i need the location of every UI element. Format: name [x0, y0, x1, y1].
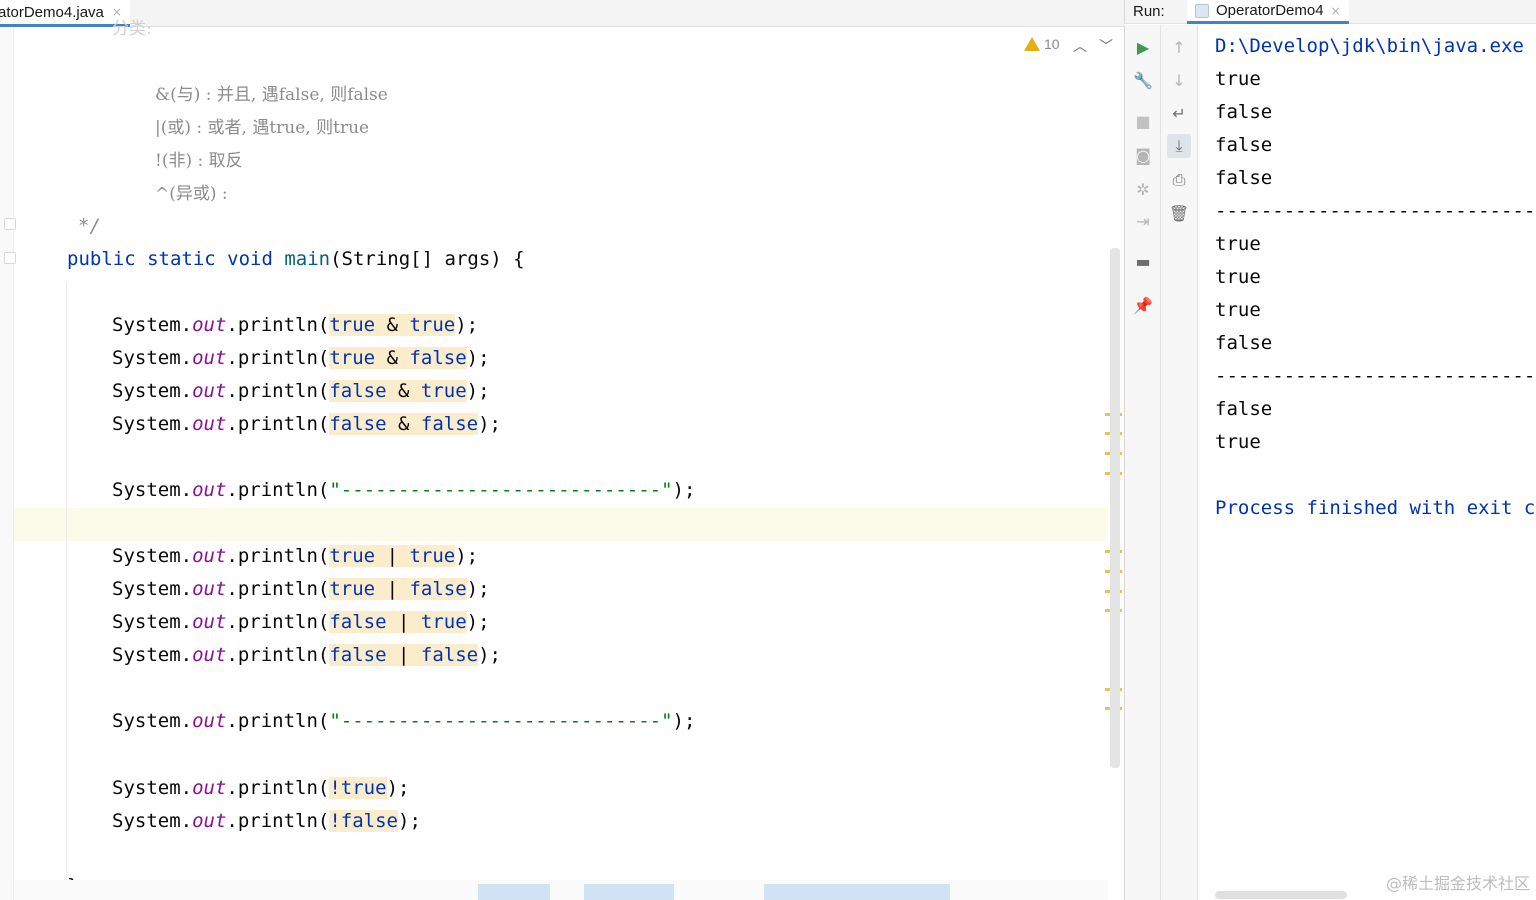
console-line: false	[1215, 101, 1273, 123]
console-horizontal-scrollbar[interactable]	[1215, 891, 1347, 899]
console-output[interactable]: D:\Develop\jdk\bin\java.exe " true false…	[1198, 25, 1536, 900]
console-icon	[1195, 3, 1209, 18]
comment-close: */	[78, 215, 101, 237]
run-title: Run:	[1133, 3, 1165, 20]
chevron-down-icon[interactable]: ﹀	[1099, 36, 1113, 56]
console-separator: ----------------------------	[1215, 200, 1536, 222]
stop-icon[interactable]: ■	[1131, 109, 1155, 133]
code-line-or-2: System.out.println(true | false);	[112, 578, 490, 600]
login-icon[interactable]: ⇥	[1131, 209, 1155, 233]
watermark: @稀土掘金技术社区	[1385, 874, 1530, 893]
comment-line-or: |(或) : 或者, 遇true, 则true	[155, 118, 370, 138]
main-method-signature: public static void main(String[] args) {	[67, 248, 525, 270]
strip-bar	[584, 884, 674, 900]
scroll-to-end-icon[interactable]: ⤓	[1167, 134, 1191, 158]
strip-bar	[478, 884, 550, 900]
pin-icon[interactable]: 📌	[1131, 293, 1155, 317]
soft-wrap-icon[interactable]: ↵	[1167, 101, 1191, 125]
code-line-and-2: System.out.println(true & false);	[112, 347, 490, 369]
arrow-up-icon[interactable]: ↑	[1167, 35, 1191, 59]
run-toolbar-primary: ▶ 🔧 ■ ◙ ✲ ⇥ ▬ 📌	[1124, 25, 1161, 900]
code-line-not-2: System.out.println(!false);	[112, 810, 421, 832]
rerun-icon[interactable]: ▶	[1131, 35, 1155, 59]
code-area[interactable]: 分类: &(与) : 并且, 遇false, 则false |(或) : 或者,…	[0, 0, 1108, 900]
code-line-separator-1: System.out.println("--------------------…	[112, 479, 696, 501]
run-tab-operatordemo4[interactable]: OperatorDemo4 ×	[1187, 0, 1349, 24]
chevron-up-icon[interactable]: ︿	[1073, 36, 1087, 56]
strip-bar	[764, 884, 950, 900]
console-line: true	[1215, 299, 1261, 321]
layout-icon[interactable]: ▬	[1131, 249, 1155, 273]
console-line: true	[1215, 431, 1261, 453]
console-line: true	[1215, 266, 1261, 288]
console-line: false	[1215, 332, 1273, 354]
console-command-line: D:\Develop\jdk\bin\java.exe "	[1215, 35, 1536, 57]
camera-icon[interactable]: ◙	[1131, 143, 1155, 167]
console-process-finished: Process finished with exit code 0	[1215, 497, 1536, 519]
code-line-not-1: System.out.println(!true);	[112, 777, 410, 799]
code-line-or-4: System.out.println(false | false);	[112, 644, 501, 666]
code-line-and-4: System.out.println(false & false);	[112, 413, 501, 435]
trash-icon[interactable]: 🗑	[1167, 201, 1191, 225]
wrench-icon[interactable]: 🔧	[1131, 68, 1155, 92]
run-panel-header: Run: OperatorDemo4 ×	[1124, 0, 1536, 24]
comment-line-not: !(非) : 取反	[155, 151, 243, 171]
warnings-count: 10	[1044, 36, 1060, 52]
editor-vertical-scrollbar[interactable]	[1110, 248, 1120, 768]
close-icon[interactable]: ×	[1331, 4, 1341, 18]
warnings-indicator[interactable]: 10	[1024, 36, 1060, 52]
code-line-or-3: System.out.println(false | true);	[112, 611, 490, 633]
console-line: false	[1215, 167, 1273, 189]
arrow-down-icon[interactable]: ↓	[1167, 68, 1191, 92]
code-line-and-3: System.out.println(false & true);	[112, 380, 490, 402]
console-line: true	[1215, 233, 1261, 255]
code-line-or-1: System.out.println(true | true);	[112, 545, 479, 567]
code-editor[interactable]: atorDemo4.java × 分类: &(与) : 并且, 遇false, …	[0, 0, 1124, 900]
warning-icon	[1024, 37, 1040, 51]
comment-line-and: &(与) : 并且, 遇false, 则false	[155, 85, 388, 105]
print-icon[interactable]: ⎙	[1167, 168, 1191, 192]
console-separator: ----------------------------	[1215, 365, 1536, 387]
console-line: true	[1215, 68, 1261, 90]
comment-line-partial: 分类:	[112, 19, 152, 39]
editor-bottom-strip	[14, 880, 1108, 900]
code-line-and-1: System.out.println(true & true);	[112, 314, 479, 336]
console-line: false	[1215, 398, 1273, 420]
comment-line-xor: ^(异或) :	[155, 184, 228, 204]
run-tab-label: OperatorDemo4	[1216, 2, 1324, 19]
debug-icon[interactable]: ✲	[1131, 177, 1155, 201]
console-line: false	[1215, 134, 1273, 156]
code-line-separator-2: System.out.println("--------------------…	[112, 710, 696, 732]
run-toolbar-secondary: ↑ ↓ ↵ ⤓ ⎙ 🗑	[1161, 25, 1198, 900]
